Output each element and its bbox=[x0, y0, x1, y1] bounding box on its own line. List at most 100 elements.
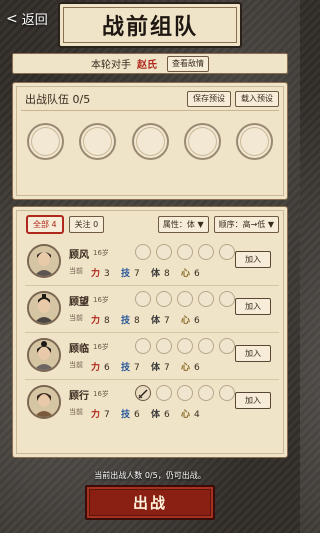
roster-list: 顾风 16岁 当前 力3 技7 体8 心6 加入 顾望 16岁 当前 力 8 技… bbox=[25, 239, 279, 427]
stat-body-value: 7 bbox=[164, 316, 170, 326]
stat-mind: 心6 bbox=[181, 360, 211, 373]
gear-slot[interactable] bbox=[219, 385, 235, 401]
stat-mind: 心4 bbox=[181, 407, 211, 420]
gear-slot[interactable] bbox=[177, 244, 193, 260]
hero-stats: 力8 技8 体7 心6 bbox=[91, 313, 211, 326]
save-preset-button[interactable]: 保存预设 bbox=[187, 91, 231, 107]
stat-body: 体7 bbox=[151, 313, 181, 326]
stat-body-value: 8 bbox=[164, 269, 170, 279]
gear-slots bbox=[135, 385, 235, 401]
gear-slot[interactable] bbox=[219, 338, 235, 354]
back-label: 返回 bbox=[21, 13, 48, 28]
stat-power-label: 力 bbox=[91, 363, 101, 373]
hero-stats: 力3 技7 体8 心6 bbox=[91, 266, 211, 279]
stat-mind-label: 心 bbox=[181, 410, 191, 420]
stat-skill: 技6 bbox=[121, 407, 151, 420]
gear-slot[interactable] bbox=[219, 244, 235, 260]
gear-slot[interactable] bbox=[135, 244, 151, 260]
stat-skill-value: 7 bbox=[134, 269, 140, 279]
join-button[interactable]: 加入 bbox=[235, 298, 271, 315]
stat-mind-value: 6 bbox=[194, 363, 200, 373]
hero-age: 16岁 bbox=[93, 343, 109, 351]
stat-mind-value: 6 bbox=[194, 269, 200, 279]
stat-skill-value: 7 bbox=[134, 363, 140, 373]
stat-power: 力7 bbox=[91, 407, 121, 420]
attribute-select-label: 属性：体 bbox=[162, 220, 195, 229]
page-title-banner: 战前组队 bbox=[58, 2, 242, 48]
team-slot-3[interactable] bbox=[131, 123, 169, 160]
team-panel: 出战队伍 0/5 保存预设 载入预设 bbox=[12, 82, 288, 200]
hero-row: 顾行 16岁 当前 力7 技6 体6 心4 加入 bbox=[25, 380, 279, 427]
stat-skill: 技7 bbox=[121, 360, 151, 373]
stat-mind: 心6 bbox=[181, 266, 211, 279]
female-portrait-icon bbox=[27, 338, 61, 372]
stat-mind-label: 心 bbox=[181, 316, 191, 326]
team-slot-4[interactable] bbox=[183, 123, 221, 160]
filter-follow-button[interactable]: 关注 0 bbox=[68, 216, 105, 233]
opponent-label: 本轮对手 bbox=[91, 60, 131, 71]
gear-slot[interactable] bbox=[135, 291, 151, 307]
gear-slot[interactable] bbox=[135, 338, 151, 354]
gear-slots bbox=[135, 338, 235, 354]
stat-power-value: 8 bbox=[104, 316, 110, 326]
stat-skill-label: 技 bbox=[121, 316, 131, 326]
gear-slot[interactable] bbox=[156, 291, 172, 307]
stat-mind-label: 心 bbox=[181, 269, 191, 279]
gear-slot[interactable] bbox=[177, 385, 193, 401]
stat-skill: 技8 bbox=[121, 313, 151, 326]
stat-body-value: 7 bbox=[164, 363, 170, 373]
gear-slot[interactable] bbox=[198, 385, 214, 401]
hero-name: 顾临 bbox=[69, 344, 89, 355]
gear-slot[interactable] bbox=[177, 291, 193, 307]
hero-name: 顾风 bbox=[69, 250, 89, 261]
join-button[interactable]: 加入 bbox=[235, 251, 271, 268]
chevron-left-icon: < bbox=[6, 10, 18, 27]
back-button[interactable]: < 返回 bbox=[6, 9, 48, 29]
fight-button-label: 出战 bbox=[132, 494, 167, 512]
opponent-bar: 本轮对手 赵氏 查看敌情 bbox=[12, 53, 288, 74]
team-count-label: 出战队伍 0/5 bbox=[25, 93, 91, 106]
stat-power: 力6 bbox=[91, 360, 121, 373]
stat-power-label: 力 bbox=[91, 269, 101, 279]
join-button[interactable]: 加入 bbox=[235, 345, 271, 362]
gear-slot[interactable] bbox=[177, 338, 193, 354]
team-slot-5[interactable] bbox=[236, 123, 273, 160]
hero-status: 当前 bbox=[69, 267, 83, 275]
divider bbox=[21, 110, 279, 111]
team-slot-1[interactable] bbox=[27, 123, 64, 160]
gear-slot[interactable] bbox=[198, 291, 214, 307]
gear-slot[interactable] bbox=[198, 244, 214, 260]
triangle-down-icon: ▼ bbox=[197, 220, 204, 229]
footer-note: 当前出战人数 0/5，仍可出战。 bbox=[94, 471, 206, 480]
hero-age: 16岁 bbox=[93, 296, 109, 304]
filter-all-button[interactable]: 全部 4 bbox=[27, 216, 63, 233]
hero-status: 当前 bbox=[69, 314, 83, 322]
load-preset-button[interactable]: 载入预设 bbox=[235, 91, 279, 107]
gear-slot[interactable] bbox=[156, 244, 172, 260]
team-slot-2[interactable] bbox=[79, 123, 117, 160]
gear-slot[interactable] bbox=[156, 338, 172, 354]
gear-slot[interactable] bbox=[198, 338, 214, 354]
stat-skill-value: 6 bbox=[134, 410, 140, 420]
stat-body-value: 6 bbox=[164, 410, 170, 420]
gear-slot[interactable] bbox=[156, 385, 172, 401]
stat-body-label: 体 bbox=[151, 363, 161, 373]
join-button[interactable]: 加入 bbox=[235, 392, 271, 409]
stat-power-label: 力 bbox=[91, 316, 101, 326]
gear-slot[interactable] bbox=[219, 291, 235, 307]
sort-select[interactable]: 顺序：高→低 ▼ bbox=[213, 216, 279, 233]
hero-row: 顾望 16岁 当前 力8 技8 体7 心6 加入 bbox=[25, 286, 279, 333]
stat-mind-label: 心 bbox=[181, 363, 191, 373]
attribute-select[interactable]: 属性：体 ▼ bbox=[157, 216, 209, 233]
stat-body: 体6 bbox=[151, 407, 181, 420]
hero-age: 16岁 bbox=[93, 390, 109, 398]
view-enemy-button[interactable]: 查看敌情 bbox=[167, 55, 209, 72]
hero-age: 16岁 bbox=[93, 249, 109, 257]
female-portrait-icon bbox=[27, 244, 61, 278]
hero-row: 顾临 16岁 当前 力6 技7 体7 心6 加入 bbox=[25, 333, 279, 380]
sword-icon[interactable] bbox=[135, 385, 151, 401]
stat-power-value: 3 bbox=[104, 269, 110, 279]
fight-button[interactable]: 出战 bbox=[85, 485, 215, 520]
hero-stats: 力6 技7 体7 心6 bbox=[91, 360, 211, 373]
roster-panel: 全部 4 关注 0 属性：体 ▼ 顺序：高→低 ▼ 顾风 16岁 当前 力3 技… bbox=[12, 206, 288, 458]
